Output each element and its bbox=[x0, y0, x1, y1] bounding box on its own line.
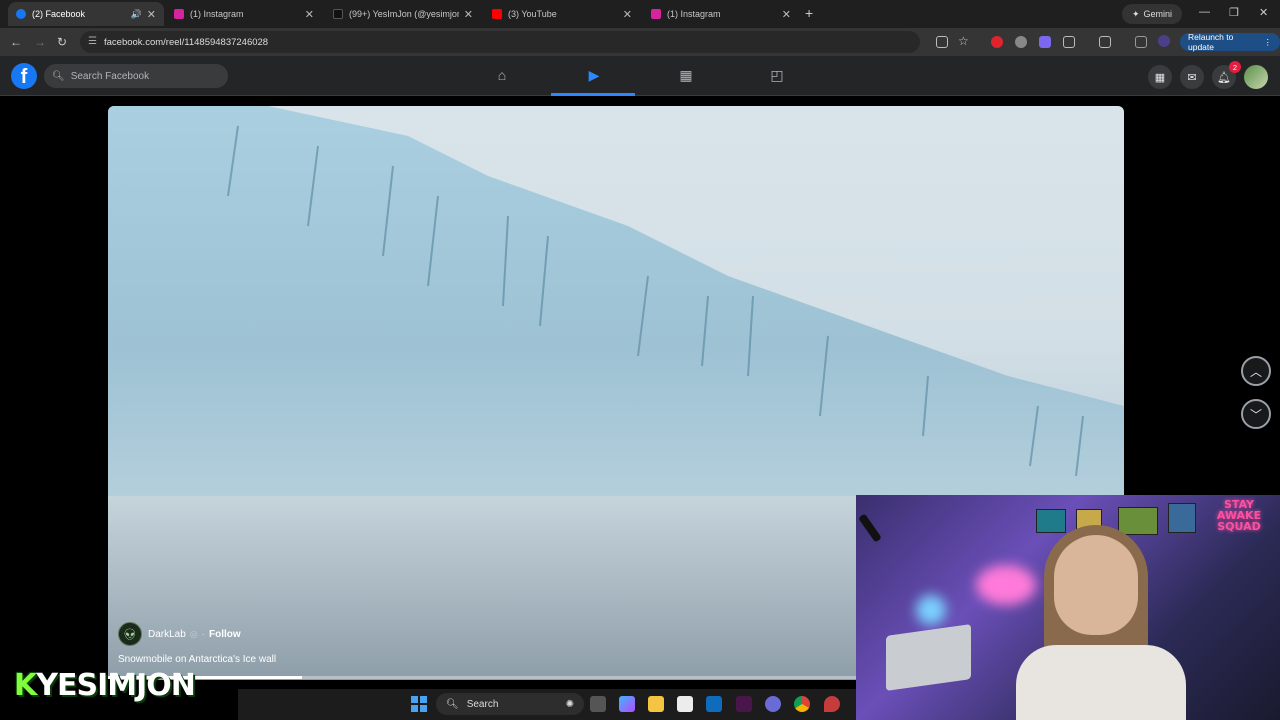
tab-facebook[interactable]: (2) Facebook 🔊 ✕ bbox=[8, 2, 164, 26]
relaunch-label: Relaunch to update bbox=[1188, 32, 1234, 52]
chevron-down-icon: ﹀ bbox=[1249, 407, 1262, 422]
windows-start-icon[interactable] bbox=[411, 696, 427, 712]
video-progress-bar[interactable] bbox=[108, 676, 856, 679]
tab-title: (1) Instagram bbox=[667, 9, 721, 19]
chevron-up-icon: ︿ bbox=[1249, 364, 1262, 379]
streamer-logo: KYESIMJON bbox=[14, 668, 196, 703]
close-tab-icon[interactable]: ✕ bbox=[147, 8, 156, 21]
url-bar[interactable]: ☰ facebook.com/reel/1148594837246028 bbox=[80, 31, 920, 53]
account-avatar[interactable] bbox=[1244, 65, 1268, 89]
previous-reel-button[interactable]: ︿ bbox=[1241, 356, 1271, 386]
gaming-icon[interactable]: ◰ bbox=[768, 67, 786, 85]
wall-poster bbox=[1036, 509, 1066, 533]
follow-button[interactable]: Follow bbox=[209, 629, 241, 640]
wall-poster bbox=[1168, 503, 1196, 533]
store-icon[interactable] bbox=[677, 696, 693, 712]
wall-poster bbox=[1118, 507, 1158, 535]
youtube-favicon-icon bbox=[492, 9, 502, 19]
instagram-favicon-icon bbox=[174, 9, 184, 19]
side-panel-icon[interactable] bbox=[1099, 36, 1111, 48]
reel-caption: Snowmobile on Antarctica's Ice wall bbox=[118, 654, 277, 665]
bookmark-star-icon[interactable]: ☆ bbox=[958, 34, 969, 48]
sparkle-icon: ✦ bbox=[1132, 8, 1140, 19]
file-explorer-icon[interactable] bbox=[648, 696, 664, 712]
url-text: facebook.com/reel/1148594837246028 bbox=[104, 36, 269, 48]
extension-grey-icon[interactable] bbox=[1015, 36, 1027, 48]
separator-dot: · bbox=[201, 628, 206, 640]
globe-icon: ◎ bbox=[189, 628, 198, 639]
search-icon: 🔍︎ bbox=[446, 698, 459, 710]
search-icon: 🔍︎ bbox=[52, 70, 65, 82]
profile-icon[interactable] bbox=[1158, 35, 1170, 47]
app-icon[interactable] bbox=[765, 696, 781, 712]
tab-youtube[interactable]: (3) YouTube ✕ bbox=[484, 2, 640, 26]
back-icon[interactable]: ← bbox=[10, 35, 22, 49]
new-tab-icon[interactable]: + bbox=[805, 5, 813, 21]
streamer-face bbox=[1054, 535, 1138, 635]
slack-icon[interactable] bbox=[736, 696, 752, 712]
close-tab-icon[interactable]: ✕ bbox=[464, 8, 473, 21]
active-tab-indicator bbox=[551, 93, 635, 96]
streamer-shirt bbox=[1016, 645, 1186, 720]
creator-name[interactable]: DarkLab bbox=[148, 629, 186, 640]
marketplace-icon[interactable]: ▦ bbox=[677, 67, 695, 85]
copilot-icon[interactable] bbox=[619, 696, 635, 712]
tab-instagram-2[interactable]: (1) Instagram ✕ bbox=[643, 2, 799, 26]
creator-avatar-icon[interactable]: 👽︎ bbox=[118, 622, 142, 646]
reload-icon[interactable]: ↻ bbox=[57, 35, 67, 49]
instagram-favicon-icon bbox=[651, 9, 661, 19]
maps-pin-icon[interactable] bbox=[824, 696, 840, 712]
minimize-icon[interactable]: — bbox=[1199, 6, 1210, 18]
speaker-icon[interactable]: 🔊 bbox=[131, 9, 142, 20]
facebook-logo-icon[interactable]: f bbox=[11, 63, 37, 89]
tab-title: (1) Instagram bbox=[190, 9, 244, 19]
taskbar-search-label: Search bbox=[466, 698, 499, 710]
taskbar-search[interactable]: 🔍︎ Search ✺ bbox=[436, 693, 584, 715]
logo-k: K bbox=[14, 668, 37, 703]
messenger-icon[interactable]: ✉ bbox=[1180, 65, 1204, 89]
relaunch-update-button[interactable]: Relaunch to update ⋮ bbox=[1180, 32, 1280, 52]
menu-grid-icon[interactable]: ▦ bbox=[1148, 65, 1172, 89]
close-tab-icon[interactable]: ✕ bbox=[305, 8, 314, 21]
disco-light bbox=[976, 565, 1036, 605]
tab-title: (3) YouTube bbox=[508, 9, 557, 19]
site-info-icon[interactable]: ☰ bbox=[88, 36, 97, 47]
tab-tiktok[interactable]: (99+) YesImJon (@yesimjon) | Ti ✕ bbox=[325, 2, 481, 26]
laptop bbox=[886, 624, 971, 691]
close-window-icon[interactable]: ✕ bbox=[1259, 6, 1268, 19]
notification-count-badge: 2 bbox=[1229, 61, 1241, 73]
facebook-favicon-icon bbox=[16, 9, 26, 19]
disco-light bbox=[916, 595, 946, 625]
logo-text: YESIMJON bbox=[36, 668, 196, 703]
menu-dots-icon: ⋮ bbox=[1263, 36, 1273, 47]
close-tab-icon[interactable]: ✕ bbox=[782, 8, 791, 21]
reel-creator-row: 👽︎ DarkLab ◎ · Follow bbox=[118, 622, 241, 646]
search-placeholder: Search Facebook bbox=[70, 70, 150, 82]
restore-icon[interactable]: ❐ bbox=[1229, 6, 1239, 19]
extension-purple-icon[interactable] bbox=[1039, 36, 1051, 48]
close-tab-icon[interactable]: ✕ bbox=[623, 8, 632, 21]
search-highlight-icon: ✺ bbox=[565, 698, 574, 710]
facebook-search-input[interactable]: 🔍︎ Search Facebook bbox=[44, 64, 228, 88]
gemini-label: Gemini bbox=[1143, 9, 1173, 19]
microphone-icon bbox=[858, 513, 882, 543]
extensions-puzzle-icon[interactable] bbox=[1063, 36, 1075, 48]
webcam-overlay: STAY AWAKE SQUAD bbox=[856, 495, 1280, 720]
mail-icon[interactable] bbox=[706, 696, 722, 712]
reels-icon[interactable]: ▶ bbox=[585, 67, 603, 85]
tiktok-favicon-icon bbox=[333, 9, 343, 19]
install-app-icon[interactable] bbox=[936, 36, 948, 48]
extension-red-icon[interactable] bbox=[991, 36, 1003, 48]
home-icon[interactable]: ⌂ bbox=[493, 67, 511, 85]
gemini-button[interactable]: ✦ Gemini bbox=[1122, 4, 1183, 24]
task-view-icon[interactable] bbox=[590, 696, 606, 712]
chrome-icon[interactable] bbox=[794, 696, 810, 712]
reading-list-icon[interactable] bbox=[1135, 36, 1147, 48]
stay-awake-sign: STAY AWAKE SQUAD bbox=[1216, 498, 1262, 533]
forward-icon[interactable]: → bbox=[34, 35, 46, 49]
tab-instagram-1[interactable]: (1) Instagram ✕ bbox=[166, 2, 322, 26]
tab-title: (2) Facebook bbox=[32, 9, 86, 19]
next-reel-button[interactable]: ﹀ bbox=[1241, 399, 1271, 429]
tab-title: (99+) YesImJon (@yesimjon) | Ti bbox=[349, 9, 459, 19]
